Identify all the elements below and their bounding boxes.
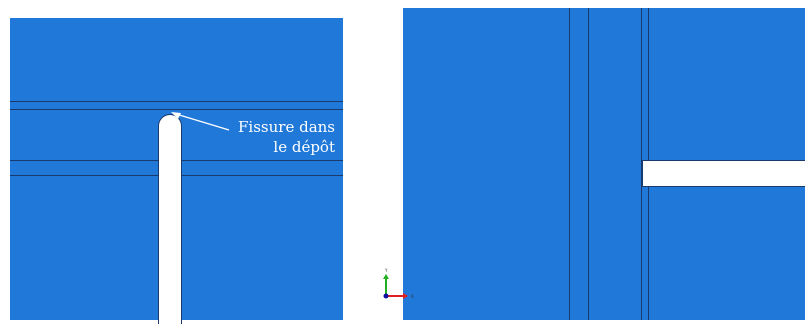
right-mesh-panel: [403, 8, 805, 320]
annotation-label: Fissure dans: [238, 118, 335, 136]
gap-slot: [642, 160, 805, 187]
triad-x-arrow: [403, 293, 408, 299]
triad-y-label: Y: [384, 268, 388, 273]
axis-triad-icon: Y X: [383, 268, 414, 299]
annotation-label: le dépôt: [273, 138, 335, 156]
mesh-edge-line: [10, 101, 343, 102]
mesh-edge-line: [10, 109, 343, 110]
triad-origin: [383, 293, 389, 299]
crack-slot: [158, 114, 182, 324]
triad-x-label: X: [411, 294, 414, 299]
left-mesh-panel: [10, 18, 343, 324]
triad-y-arrow: [383, 274, 389, 279]
mesh-edge-line: [569, 8, 570, 320]
mesh-edge-line: [588, 8, 589, 320]
